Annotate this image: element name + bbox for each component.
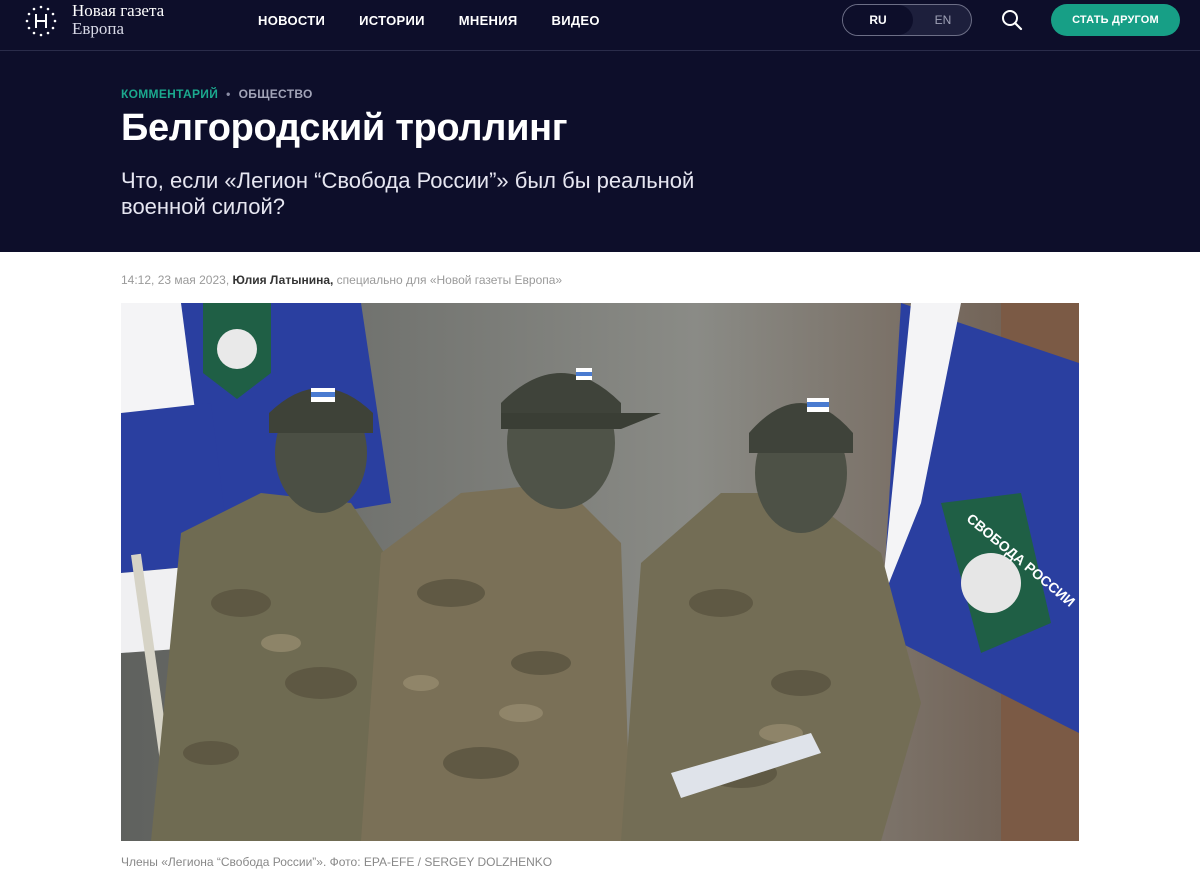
lead-photo: СВОБОДА РОССИИ [121, 303, 1079, 841]
lang-ru-option[interactable]: RU [843, 5, 913, 35]
brand-line-2: Европа [72, 19, 125, 38]
nav-opinions[interactable]: МНЕНИЯ [459, 13, 518, 28]
separator-dot: • [226, 87, 231, 101]
author-link[interactable]: Юлия Латынина, [233, 273, 334, 287]
article-body: 14:12, 23 мая 2023, Юлия Латынина, специ… [0, 252, 1200, 889]
top-navigation: Новая газета Европа НОВОСТИ ИСТОРИИ МНЕН… [0, 0, 1200, 51]
nav-video[interactable]: ВИДЕО [552, 13, 600, 28]
article-title: Белгородский троллинг [121, 107, 568, 149]
photo-caption: Члены «Легиона “Свобода России”». Фото: … [121, 855, 553, 869]
search-icon[interactable] [1001, 9, 1023, 31]
article-header: КОММЕНТАРИЙ • ОБЩЕСТВО Белгородский тролли… [0, 51, 1200, 252]
lang-en-option[interactable]: EN [915, 5, 971, 35]
main-nav: НОВОСТИ ИСТОРИИ МНЕНИЯ ВИДЕО [258, 0, 634, 40]
logo-icon[interactable] [24, 4, 58, 38]
section-link[interactable]: ОБЩЕСТВО [239, 87, 313, 101]
become-friend-button[interactable]: СТАТЬ ДРУГОМ [1051, 4, 1180, 36]
nav-news[interactable]: НОВОСТИ [258, 13, 325, 28]
brand-name[interactable]: Новая газета Европа [72, 2, 164, 38]
nav-stories[interactable]: ИСТОРИИ [359, 13, 425, 28]
category-link[interactable]: КОММЕНТАРИЙ [121, 87, 218, 101]
article-subtitle: Что, если «Легион “Свобода России”» был … [121, 168, 695, 219]
brand-line-1: Новая газета [72, 1, 165, 20]
rubric: КОММЕНТАРИЙ • ОБЩЕСТВО [121, 87, 313, 101]
publish-time: 14:12, 23 мая 2023, [121, 273, 230, 287]
author-note: специально для «Новой газеты Европа» [336, 273, 563, 287]
language-switcher: RU EN [842, 4, 972, 36]
article-meta: 14:12, 23 мая 2023, Юлия Латынина, специ… [121, 273, 562, 287]
